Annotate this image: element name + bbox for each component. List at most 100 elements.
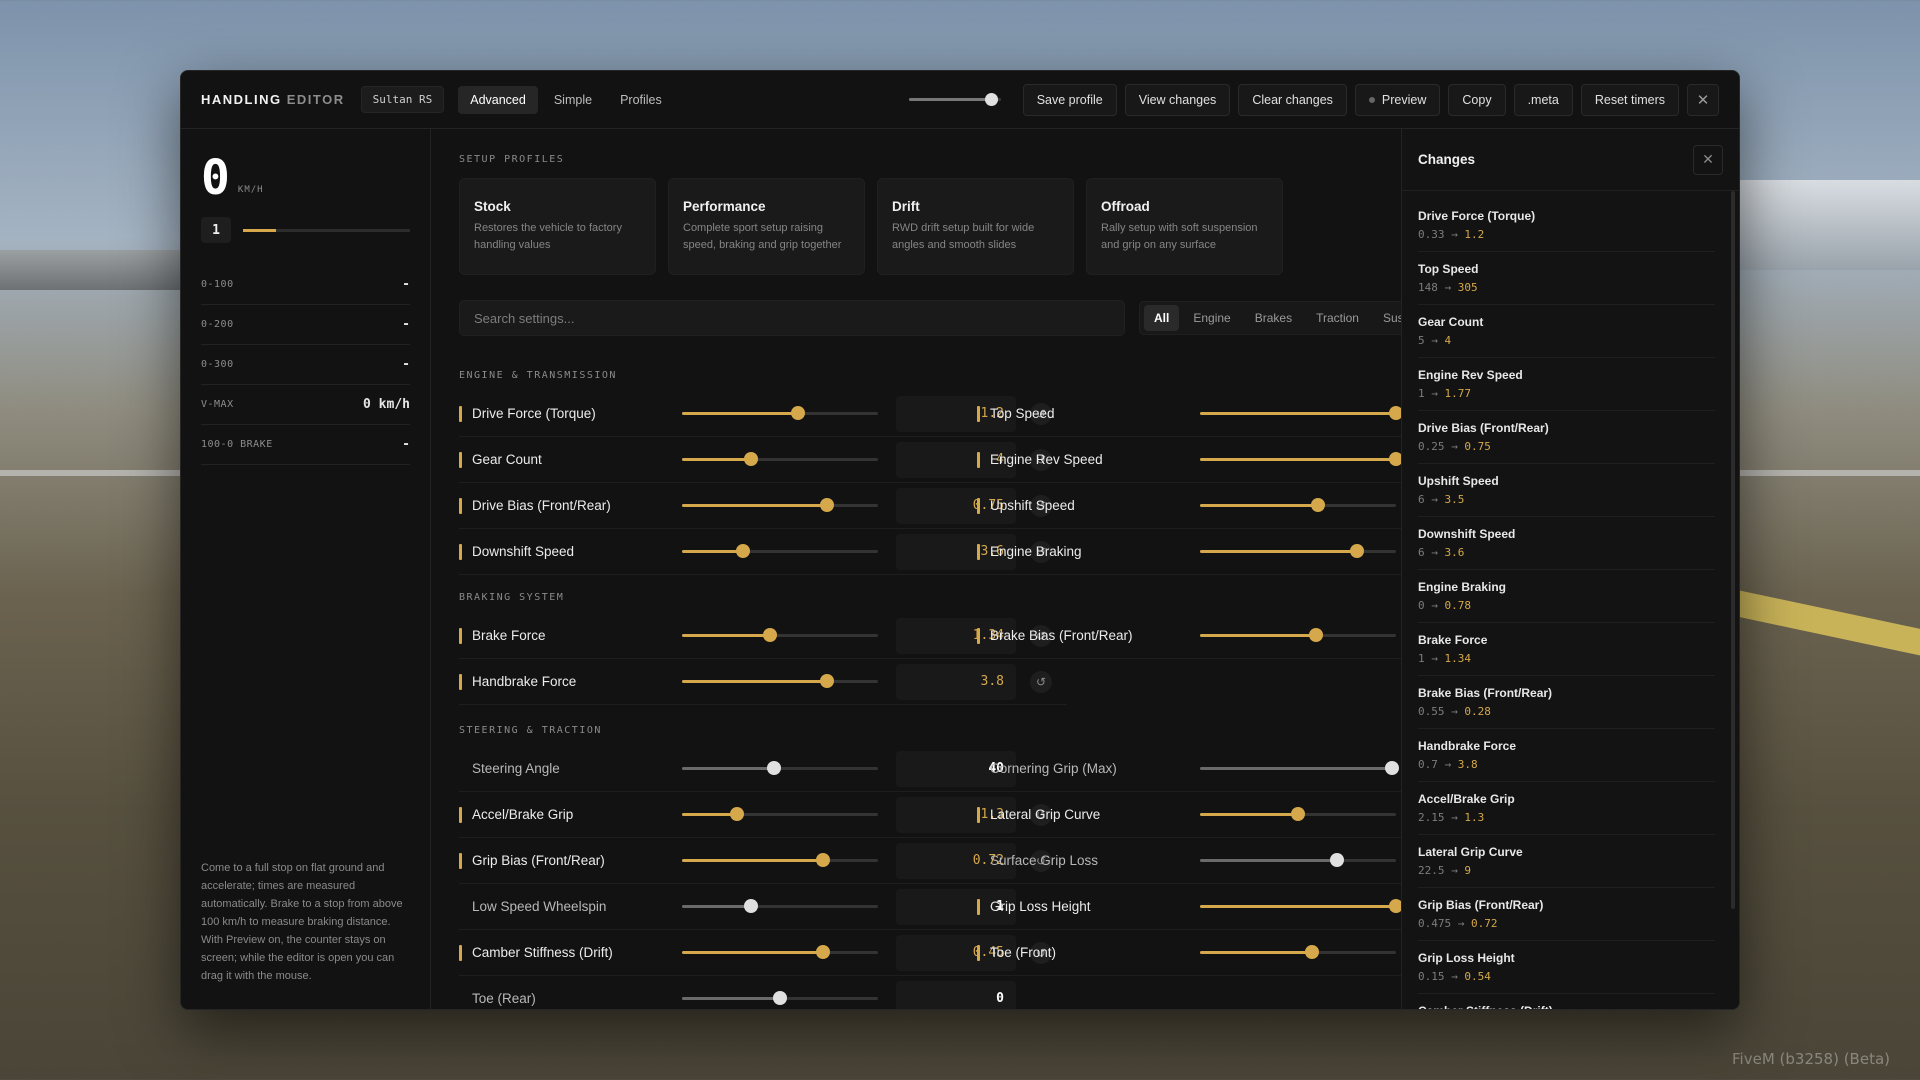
reset-icon[interactable]: ↺ <box>1030 670 1052 693</box>
setting-slider-fill <box>682 680 828 683</box>
setting-slider-fill <box>682 813 737 816</box>
setting-slider[interactable] <box>1200 807 1396 821</box>
setting-slider[interactable] <box>682 945 878 959</box>
profile-card-stock[interactable]: Stock Restores the vehicle to factory ha… <box>459 178 656 275</box>
setting-slider[interactable] <box>1200 945 1396 959</box>
gear-value: 1 <box>201 217 231 243</box>
setting-label: Surface Grip Loss <box>990 853 1099 868</box>
setting-slider[interactable] <box>682 991 878 1005</box>
setting-slider-handle[interactable] <box>816 945 831 959</box>
reset-timers-button[interactable]: Reset timers <box>1580 83 1679 116</box>
setting-slider-handle[interactable] <box>1389 899 1401 913</box>
filter-all[interactable]: All <box>1144 305 1180 331</box>
setting-slider-handle[interactable] <box>1330 853 1345 867</box>
setting-slider-handle[interactable] <box>1389 452 1401 466</box>
filter-traction[interactable]: Traction <box>1306 305 1369 331</box>
setting-row: Steering Angle40↺ <box>459 746 1067 792</box>
profile-card-performance[interactable]: Performance Complete sport setup raising… <box>668 178 865 275</box>
arrow-right-icon: → <box>1424 599 1445 612</box>
setting-slider-handle[interactable] <box>1291 807 1305 821</box>
tab-profiles[interactable]: Profiles <box>608 86 674 114</box>
setting-slider[interactable] <box>682 628 878 642</box>
change-name: Brake Bias (Front/Rear) <box>1418 686 1553 700</box>
search-input[interactable] <box>459 300 1125 336</box>
setting-slider[interactable] <box>1200 899 1401 913</box>
timer-value: - <box>402 277 410 292</box>
close-icon[interactable]: ✕ <box>1687 83 1719 116</box>
setting-slider[interactable] <box>1200 853 1396 867</box>
setting-slider[interactable] <box>682 899 878 913</box>
setting-slider-handle[interactable] <box>1304 945 1319 959</box>
game-watermark: FiveM (b3258) (Beta) <box>1732 1050 1890 1068</box>
setting-slider[interactable] <box>682 452 878 466</box>
filter-engine[interactable]: Engine <box>1183 305 1240 331</box>
setting-slider[interactable] <box>1200 544 1396 558</box>
rpm-bar-fill <box>243 228 277 232</box>
change-new-value: 3.5 <box>1444 493 1465 506</box>
setting-slider-handle[interactable] <box>1308 628 1323 642</box>
setting-slider-handle[interactable] <box>773 991 787 1005</box>
setting-slider-handle[interactable] <box>816 853 831 867</box>
setting-slider[interactable] <box>1200 452 1401 466</box>
setting-slider-handle[interactable] <box>767 761 782 775</box>
meta-button[interactable]: .meta <box>1513 83 1573 116</box>
setting-slider[interactable] <box>682 807 878 821</box>
setting-slider[interactable] <box>682 761 878 775</box>
opacity-slider[interactable] <box>908 93 1001 106</box>
gear-indicator: 1 <box>201 217 410 243</box>
preview-button[interactable]: Preview <box>1354 83 1441 116</box>
setting-row: Grip Loss Height <box>977 884 1401 930</box>
setting-label: Handbrake Force <box>472 674 577 689</box>
change-item: Lateral Grip Curve 22.5 → 9 <box>1418 835 1715 888</box>
change-name: Downshift Speed <box>1418 527 1516 541</box>
filter-brakes[interactable]: Brakes <box>1245 305 1302 331</box>
setting-slider-handle[interactable] <box>743 899 758 913</box>
copy-button[interactable]: Copy <box>1448 83 1506 116</box>
profile-card-offroad[interactable]: Offroad Rally setup with soft suspension… <box>1086 178 1283 275</box>
setting-value-input[interactable]: 0 <box>896 980 1016 1009</box>
timer-row: 0-300 - <box>201 345 410 385</box>
setting-slider-handle[interactable] <box>1389 406 1401 420</box>
setting-slider[interactable] <box>682 853 878 867</box>
setting-slider-fill <box>1200 634 1316 637</box>
save-profile-button[interactable]: Save profile <box>1022 83 1117 116</box>
change-name: Gear Count <box>1418 315 1484 329</box>
view-changes-button[interactable]: View changes <box>1124 83 1231 116</box>
setting-slider-handle[interactable] <box>1349 544 1364 558</box>
change-name: Top Speed <box>1418 262 1479 276</box>
timer-list: 0-100 - 0-200 - 0-300 - V-MAX 0 km/h 100-0 BRAKE… <box>201 265 410 465</box>
filter-suspension[interactable]: Suspension <box>1373 305 1401 331</box>
setting-slider[interactable] <box>682 674 878 688</box>
setting-row: Brake Force 1.34 ↺ <box>459 613 1067 659</box>
setting-slider-handle[interactable] <box>820 674 835 688</box>
opacity-slider-handle[interactable] <box>985 93 999 106</box>
setting-slider[interactable] <box>1200 761 1400 775</box>
setting-slider[interactable] <box>682 498 878 512</box>
setting-slider-handle[interactable] <box>763 628 778 642</box>
setting-slider-fill <box>1200 767 1393 770</box>
setting-slider[interactable] <box>1200 628 1396 642</box>
change-old-value: 5 <box>1418 334 1425 347</box>
setting-slider-handle[interactable] <box>1310 498 1325 512</box>
setting-slider[interactable] <box>682 544 878 558</box>
setting-slider-handle[interactable] <box>1385 761 1400 775</box>
clear-changes-button[interactable]: Clear changes <box>1238 83 1347 116</box>
change-item: Brake Force 1 → 1.34 <box>1418 623 1715 676</box>
profile-card-drift[interactable]: Drift RWD drift setup built for wide ang… <box>877 178 1074 275</box>
setting-slider-handle[interactable] <box>820 498 835 512</box>
setting-slider-fill <box>682 905 751 908</box>
setting-slider-handle[interactable] <box>790 406 805 420</box>
setting-slider-handle[interactable] <box>743 452 758 466</box>
setting-slider[interactable] <box>1200 498 1396 512</box>
setting-slider[interactable] <box>1200 406 1401 420</box>
tab-simple[interactable]: Simple <box>542 86 604 114</box>
close-icon[interactable]: ✕ <box>1693 144 1723 175</box>
setting-slider-handle[interactable] <box>735 544 750 558</box>
changed-indicator <box>459 405 462 422</box>
changes-scrollbar[interactable] <box>1731 191 1735 909</box>
setting-slider-handle[interactable] <box>729 807 744 821</box>
profile-name: Drift <box>892 199 920 214</box>
setting-value-input[interactable]: 3.8 <box>896 663 1016 700</box>
setting-slider[interactable] <box>682 406 878 420</box>
tab-advanced[interactable]: Advanced <box>458 85 538 114</box>
